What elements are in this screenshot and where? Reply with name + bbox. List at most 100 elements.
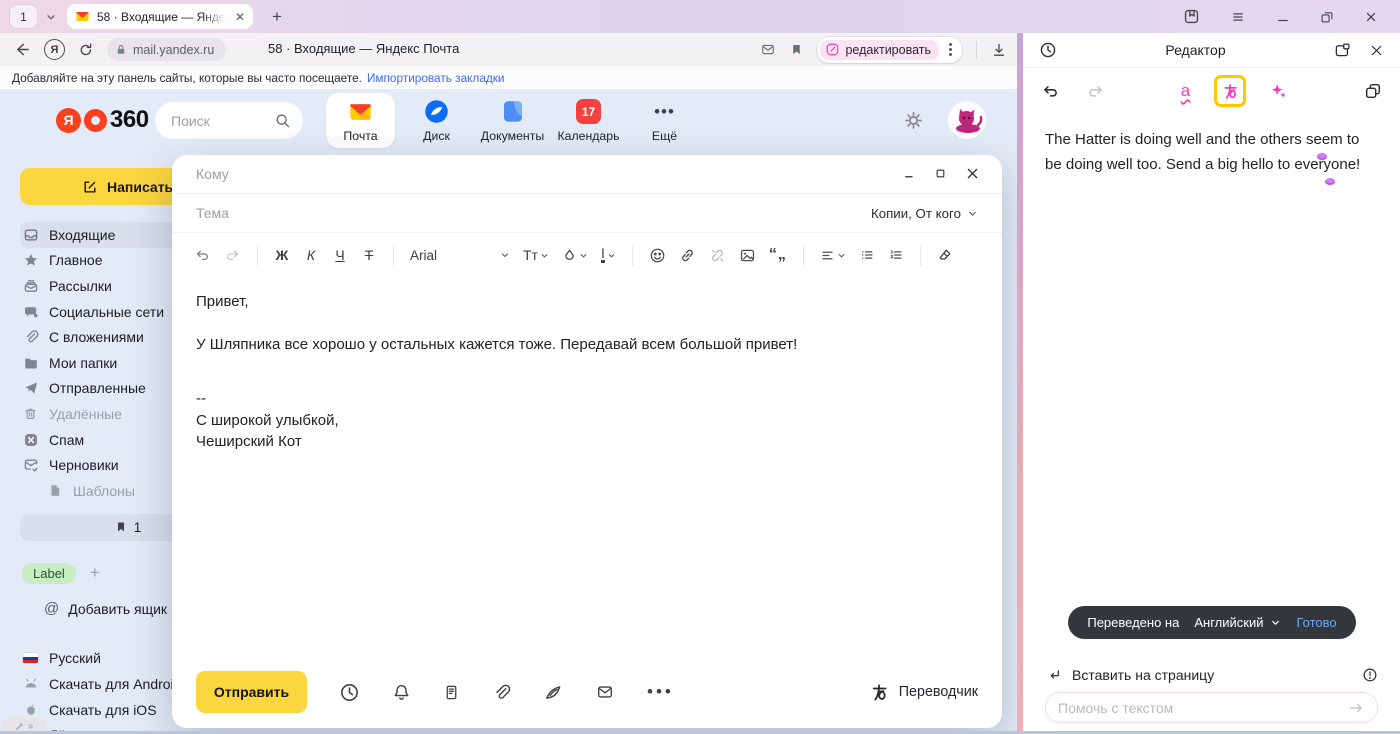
copies-from-toggle[interactable]: Копии, От кого: [871, 206, 978, 221]
italic-button[interactable]: К: [303, 247, 319, 263]
chevron-down-icon: [1270, 617, 1281, 628]
link-icon[interactable]: [679, 247, 696, 264]
compose-minimize-icon[interactable]: [903, 167, 916, 180]
window-restore-icon[interactable]: [1320, 10, 1334, 24]
paperclip-icon: [22, 329, 39, 345]
panel-close-icon[interactable]: [1369, 43, 1384, 58]
yandex-ring-icon: [84, 109, 107, 132]
import-bookmarks-link[interactable]: Импортировать закладки: [367, 71, 505, 85]
search-input[interactable]: [171, 113, 261, 129]
insert-image-icon[interactable]: [739, 247, 756, 264]
ai-helper-box[interactable]: [1045, 692, 1378, 723]
app-tile-calendar[interactable]: 17 Календарь: [554, 93, 623, 148]
bookmark-page-icon[interactable]: [790, 42, 803, 57]
stamp-icon[interactable]: [443, 682, 460, 703]
compose-expand-icon[interactable]: [935, 168, 946, 179]
panel-title: Редактор: [1057, 42, 1334, 58]
text-color-button[interactable]: I: [601, 247, 616, 263]
reload-icon[interactable]: [78, 42, 94, 58]
insert-to-page-row[interactable]: Вставить на страницу: [1047, 667, 1378, 683]
envelope-icon[interactable]: [595, 683, 615, 701]
app-tile-disk[interactable]: Диск: [402, 93, 471, 148]
new-tab-button[interactable]: +: [265, 5, 289, 29]
star-icon: [22, 252, 39, 268]
user-avatar[interactable]: [948, 101, 986, 139]
panel-redo-icon[interactable]: [1086, 83, 1105, 100]
done-button[interactable]: Готово: [1296, 615, 1336, 630]
info-icon[interactable]: [1362, 667, 1378, 683]
app-label: Документы: [481, 129, 544, 143]
corner-widget[interactable]: »: [2, 718, 46, 734]
eraser-icon[interactable]: [937, 247, 953, 263]
language-select[interactable]: Английский: [1194, 615, 1281, 630]
edit-mode-pill[interactable]: редактировать: [817, 37, 962, 63]
panel-undo-icon[interactable]: [1041, 83, 1060, 100]
tab-counter[interactable]: 1: [10, 5, 37, 28]
downloads-icon[interactable]: [991, 42, 1007, 58]
font-size-button[interactable]: Tт: [523, 247, 549, 263]
spellcheck-button[interactable]: a: [1181, 81, 1190, 101]
add-label-button[interactable]: +: [90, 563, 100, 583]
attach-file-icon[interactable]: [492, 683, 511, 702]
at-sign-icon: @: [44, 600, 59, 617]
bold-button[interactable]: Ж: [274, 247, 290, 263]
emoji-icon[interactable]: [649, 247, 666, 264]
back-icon[interactable]: [14, 41, 31, 58]
font-family-select[interactable]: Arial: [410, 248, 510, 263]
compose-body[interactable]: Привет, У Шляпника все хорошо у остальны…: [172, 277, 1002, 467]
translator-toggle[interactable]: Переводчик: [869, 682, 978, 703]
browser-tab[interactable]: 58 · Входящие — Яндек ✕: [67, 4, 253, 29]
blockquote-icon[interactable]: “„: [769, 246, 787, 264]
edit-pill-menu-icon[interactable]: [943, 43, 958, 56]
open-in-window-icon[interactable]: [1334, 42, 1351, 59]
reminder-bell-icon[interactable]: [392, 682, 411, 703]
unlink-icon[interactable]: [709, 247, 726, 264]
app-tile-more[interactable]: ••• Ещё: [630, 93, 699, 148]
url-field[interactable]: mail.yandex.ru: [107, 38, 226, 61]
bullet-list-icon[interactable]: [859, 248, 875, 262]
more-options-icon[interactable]: •••: [647, 682, 674, 702]
undo-icon[interactable]: [194, 248, 211, 263]
russian-flag-icon: [22, 652, 39, 664]
compose-to-field[interactable]: Кому: [172, 155, 1002, 194]
trash-icon: [22, 406, 39, 421]
compose-close-icon[interactable]: [965, 166, 980, 181]
ai-sparkles-button[interactable]: [1270, 82, 1288, 100]
yandex-browser-icon[interactable]: Я: [44, 39, 65, 60]
search-box[interactable]: [155, 102, 303, 139]
bookmarks-hint: Добавляйте на эту панель сайты, которые …: [12, 71, 362, 85]
send-button[interactable]: Отправить: [196, 671, 307, 713]
url-text: mail.yandex.ru: [133, 43, 214, 57]
underline-button[interactable]: Ч: [332, 247, 348, 263]
strikethrough-button[interactable]: Т: [361, 247, 377, 263]
tab-close-icon[interactable]: ✕: [235, 10, 245, 24]
app-label: Ещё: [652, 129, 677, 143]
app-tile-docs[interactable]: Документы: [478, 93, 547, 148]
settings-gear-icon[interactable]: [903, 110, 924, 131]
translate-button-highlighted[interactable]: [1214, 75, 1246, 107]
bookmark-icon: [115, 520, 127, 534]
app-tile-mail[interactable]: Почта: [326, 93, 395, 148]
mailto-icon[interactable]: [760, 42, 776, 57]
window-minimize-icon[interactable]: [1276, 10, 1290, 24]
panel-copy-icon[interactable]: [1364, 82, 1382, 100]
compose-subject-field[interactable]: Тема Копии, От кого: [172, 194, 1002, 233]
align-button[interactable]: [820, 249, 846, 262]
highlight-color-button[interactable]: [562, 248, 588, 263]
inbox-icon: [22, 227, 39, 243]
submit-arrow-icon[interactable]: [1347, 700, 1365, 716]
disk-attach-icon[interactable]: [543, 683, 563, 702]
browser-menu-icon[interactable]: [1230, 10, 1246, 24]
label-tag[interactable]: Label: [22, 563, 76, 584]
yandex-360-logo[interactable]: Я 360: [56, 106, 149, 134]
window-close-icon[interactable]: [1364, 10, 1378, 24]
numbered-list-icon[interactable]: [888, 248, 904, 262]
translated-text[interactable]: The Hatter is doing well and the others …: [1045, 127, 1375, 177]
redo-icon[interactable]: [224, 248, 241, 263]
format-toolbar: Ж К Ч Т Arial Tт I “„: [172, 233, 1002, 277]
schedule-send-icon[interactable]: [339, 682, 360, 703]
ai-helper-input[interactable]: [1058, 700, 1347, 716]
side-panel-bookmarks-icon[interactable]: [1183, 8, 1200, 25]
tab-list-chevron-icon[interactable]: [45, 11, 57, 23]
history-clock-icon[interactable]: [1039, 41, 1057, 59]
